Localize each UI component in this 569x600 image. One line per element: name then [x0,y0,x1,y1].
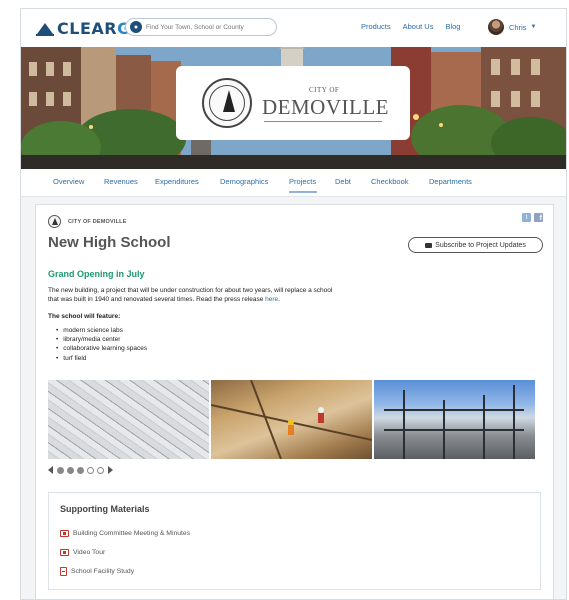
active-tab-indicator [289,191,317,193]
tab-checkbook[interactable]: Checkbook [371,177,409,186]
list-item: turf field [56,354,147,363]
project-title: New High School [48,234,171,251]
nav-products-link[interactable]: Products [361,22,391,31]
subscribe-label: Subscribe to Project Updates [435,241,526,249]
carousel-dot[interactable] [67,466,74,474]
tab-debt[interactable]: Debt [335,177,351,186]
tab-demographics[interactable]: Demographics [220,177,268,186]
materials-title: Supporting Materials [60,504,150,514]
user-name: Chris [509,22,527,32]
tab-projects[interactable]: Projects [289,177,316,186]
facebook-icon[interactable]: f [534,213,543,222]
city-name: DEMOVILLE [262,95,389,119]
section-tabs: Overview Revenues Expenditures Demograph… [21,169,566,197]
list-item: collaborative learning spaces [56,344,147,353]
city-prefix: CITY OF [309,86,340,94]
project-headline: Grand Opening in July [48,269,145,279]
supporting-materials-panel: Supporting Materials Building Committee … [48,492,541,590]
top-navigation: CLEARGOV ● Products About Us Blog Chris … [21,9,566,47]
search-input[interactable] [146,23,271,31]
steel-frame-photo[interactable] [374,380,535,459]
blueprint-photo[interactable] [48,380,209,459]
nav-about-link[interactable]: About Us [403,22,434,31]
subscribe-button[interactable]: Subscribe to Project Updates [408,237,543,253]
avatar [488,19,504,35]
city-label: CITY OF DEMOVILLE [68,219,127,225]
city-seal-icon [202,78,252,128]
carousel-dot[interactable] [87,466,94,474]
material-link-meeting-minutes[interactable]: Building Committee Meeting & Minutes [60,530,190,537]
project-card: CITY OF DEMOVILLE t f New High School Su… [35,204,554,599]
page-frame: CLEARGOV ● Products About Us Blog Chris … [20,8,567,600]
list-item: modern science labs [56,326,147,335]
video-icon [60,530,69,537]
location-pin-icon: ● [130,21,142,33]
city-seal-small-icon [48,215,61,228]
material-link-video-tour[interactable]: Video Tour [60,549,105,556]
construction-workers-photo[interactable] [211,380,372,459]
list-item: library/media center [56,335,147,344]
tab-expenditures[interactable]: Expenditures [155,177,199,186]
city-title-card: CITY OF DEMOVILLE [176,66,410,140]
carousel-dot[interactable] [57,466,64,474]
carousel-next-icon[interactable] [108,466,113,474]
user-menu[interactable]: Chris ▼ [488,19,536,35]
carousel-dot[interactable] [77,466,84,474]
carousel-dot[interactable] [97,466,104,474]
project-description: The new building, a project that will be… [48,287,333,303]
features-list: modern science labs library/media center… [56,326,147,363]
video-icon [60,549,69,556]
tab-revenues[interactable]: Revenues [104,177,138,186]
material-link-facility-study[interactable]: School Facility Study [60,567,134,576]
press-release-link[interactable]: here [265,296,278,303]
chevron-down-icon: ▼ [530,24,537,30]
social-share: t f [522,213,543,222]
nav-blog-link[interactable]: Blog [445,22,460,31]
nav-links: Products About Us Blog [361,22,472,31]
twitter-icon[interactable]: t [522,213,531,222]
search-box: ● [125,18,277,36]
carousel-prev-icon[interactable] [48,466,53,474]
pdf-icon [60,567,67,576]
hero-banner: CITY OF DEMOVILLE [21,47,566,169]
tab-overview[interactable]: Overview [53,177,84,186]
tab-departments[interactable]: Departments [429,177,472,186]
envelope-icon [425,242,433,248]
divider [264,121,382,122]
capitol-logo-icon [36,23,54,36]
image-carousel-controls [48,466,113,474]
features-heading: The school will feature: [48,313,121,320]
